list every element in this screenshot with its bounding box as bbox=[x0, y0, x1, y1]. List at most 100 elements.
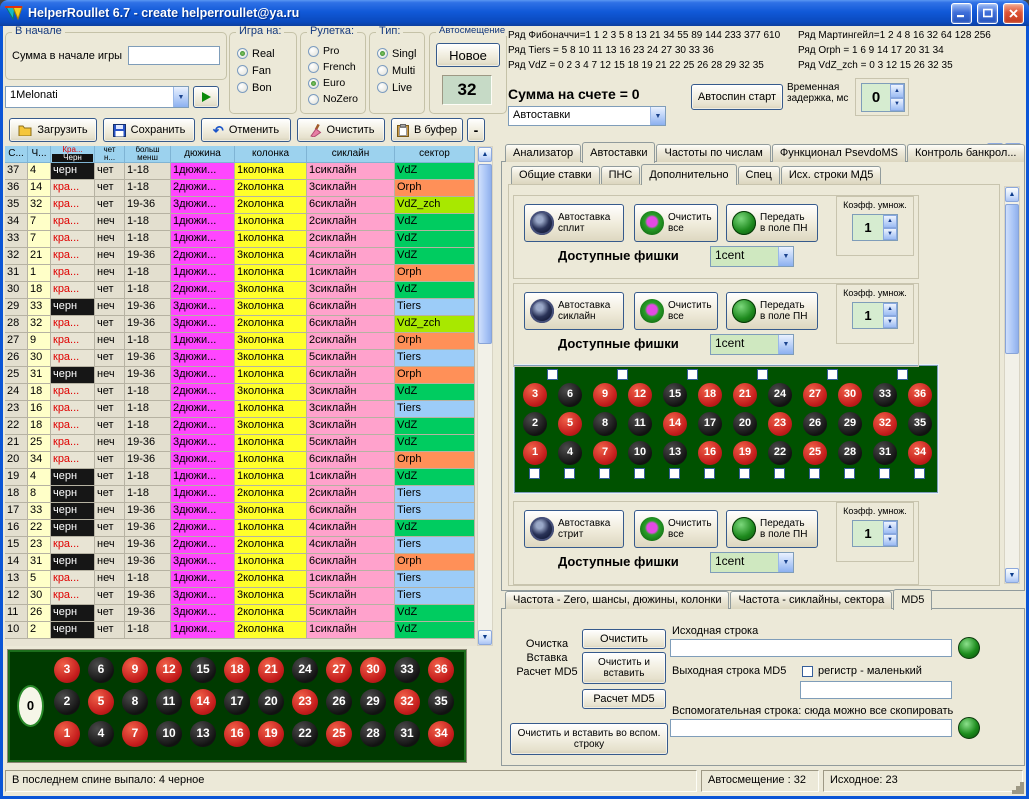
board-number-33[interactable]: 33 bbox=[873, 383, 897, 407]
table-scrollbar[interactable]: ▲ ▼ bbox=[477, 146, 493, 646]
board-number-24[interactable]: 24 bbox=[292, 657, 318, 683]
close-button[interactable] bbox=[1003, 3, 1024, 24]
bet-checkbox-bottom-4[interactable] bbox=[669, 468, 680, 479]
bet-checkbox-top-4[interactable] bbox=[827, 369, 838, 380]
bet-checkbox-top-3[interactable] bbox=[757, 369, 768, 380]
radio-real[interactable]: Real bbox=[237, 45, 294, 62]
radio-euro[interactable]: Euro bbox=[308, 75, 363, 91]
board-number-10[interactable]: 10 bbox=[628, 441, 652, 465]
board-number-36[interactable]: 36 bbox=[428, 657, 454, 683]
autobet-button-0[interactable]: Автоставка сплит bbox=[524, 204, 624, 242]
new-shift-button[interactable]: Новое bbox=[436, 43, 500, 67]
radio-nozero[interactable]: NoZero bbox=[308, 91, 363, 107]
scroll-up-icon[interactable]: ▲ bbox=[478, 147, 492, 162]
sub-tab-1[interactable]: ПНС bbox=[601, 166, 641, 184]
spinner-up-button[interactable]: ▲ bbox=[883, 215, 897, 228]
md5-clear-insert-aux-button[interactable]: Очистить и вставить во вспом. строку bbox=[510, 723, 668, 755]
board-number-18[interactable]: 18 bbox=[224, 657, 250, 683]
load-button[interactable]: Загрузить bbox=[9, 118, 97, 142]
board-number-18[interactable]: 18 bbox=[698, 383, 722, 407]
board-number-2[interactable]: 2 bbox=[523, 412, 547, 436]
clear-all-button-0[interactable]: Очистить все bbox=[634, 204, 718, 242]
board-number-15[interactable]: 15 bbox=[190, 657, 216, 683]
board-number-14[interactable]: 14 bbox=[190, 689, 216, 715]
board-number-7[interactable]: 7 bbox=[122, 721, 148, 747]
scroll-down-icon[interactable]: ▼ bbox=[478, 630, 492, 645]
board-number-29[interactable]: 29 bbox=[838, 412, 862, 436]
output-string-input[interactable] bbox=[800, 681, 952, 699]
md5-green-button-source[interactable] bbox=[958, 637, 980, 659]
board-number-30[interactable]: 30 bbox=[360, 657, 386, 683]
board-number-19[interactable]: 19 bbox=[733, 441, 757, 465]
board-number-33[interactable]: 33 bbox=[394, 657, 420, 683]
board-number-21[interactable]: 21 bbox=[258, 657, 284, 683]
board-number-31[interactable]: 31 bbox=[394, 721, 420, 747]
sub-tab-2[interactable]: Дополнительно bbox=[641, 164, 736, 185]
spinner-up-button[interactable]: ▲ bbox=[883, 521, 897, 534]
bet-checkbox-bottom-11[interactable] bbox=[914, 468, 925, 479]
right-scroll-thumb[interactable] bbox=[1005, 204, 1019, 354]
md5-clear-insert-button[interactable]: Очистить и вставить bbox=[582, 652, 666, 684]
board-number-14[interactable]: 14 bbox=[663, 412, 687, 436]
board-number-23[interactable]: 23 bbox=[292, 689, 318, 715]
bet-checkbox-bottom-1[interactable] bbox=[564, 468, 575, 479]
main-tab-1[interactable]: Автоставки bbox=[582, 142, 655, 163]
board-number-34[interactable]: 34 bbox=[908, 441, 932, 465]
radio-bon[interactable]: Bon bbox=[237, 79, 294, 96]
main-tab-4[interactable]: Контроль банкрол... bbox=[907, 144, 1024, 162]
board-number-32[interactable]: 32 bbox=[394, 689, 420, 715]
spinner-down-button[interactable]: ▼ bbox=[883, 316, 897, 329]
md5-calc-button[interactable]: Расчет MD5 bbox=[582, 689, 666, 709]
maximize-button[interactable] bbox=[977, 3, 998, 24]
board-number-19[interactable]: 19 bbox=[258, 721, 284, 747]
board-number-27[interactable]: 27 bbox=[326, 657, 352, 683]
undo-button[interactable]: ↶ Отменить bbox=[201, 118, 291, 142]
board-number-5[interactable]: 5 bbox=[558, 412, 582, 436]
board-number-35[interactable]: 35 bbox=[428, 689, 454, 715]
board-number-21[interactable]: 21 bbox=[733, 383, 757, 407]
autobet-button-1[interactable]: Автоставка сиклайн bbox=[524, 292, 624, 330]
bet-checkbox-top-2[interactable] bbox=[687, 369, 698, 380]
radio-singl[interactable]: Singl bbox=[377, 45, 422, 62]
right-panel-scrollbar[interactable]: ▲ ▼ bbox=[1004, 186, 1020, 584]
minimize-button[interactable] bbox=[951, 3, 972, 24]
clear-all-button-2[interactable]: Очистить все bbox=[634, 510, 718, 548]
board-number-20[interactable]: 20 bbox=[733, 412, 757, 436]
transfer-button-1[interactable]: Передать в поле ПН bbox=[726, 292, 818, 330]
chips-combo-2[interactable]: 1cent▼ bbox=[710, 552, 794, 573]
board-number-12[interactable]: 12 bbox=[628, 383, 652, 407]
board-zero[interactable]: 0 bbox=[17, 685, 44, 727]
bottom-tab-2[interactable]: MD5 bbox=[893, 589, 932, 610]
transfer-button-2[interactable]: Передать в поле ПН bbox=[726, 510, 818, 548]
board-number-3[interactable]: 3 bbox=[523, 383, 547, 407]
board-number-29[interactable]: 29 bbox=[360, 689, 386, 715]
table-scroll-thumb[interactable] bbox=[478, 164, 492, 344]
radio-live[interactable]: Live bbox=[377, 79, 422, 96]
sub-tab-4[interactable]: Исх. строки МД5 bbox=[781, 166, 882, 184]
aux-string-input[interactable] bbox=[670, 719, 952, 737]
board-number-17[interactable]: 17 bbox=[698, 412, 722, 436]
board-number-27[interactable]: 27 bbox=[803, 383, 827, 407]
board-number-1[interactable]: 1 bbox=[54, 721, 80, 747]
resize-grip[interactable] bbox=[1020, 790, 1024, 794]
board-number-10[interactable]: 10 bbox=[156, 721, 182, 747]
to-buffer-button[interactable]: В буфер bbox=[391, 118, 463, 142]
board-number-13[interactable]: 13 bbox=[190, 721, 216, 747]
scroll-up-icon[interactable]: ▲ bbox=[1005, 187, 1019, 202]
bet-checkbox-bottom-3[interactable] bbox=[634, 468, 645, 479]
board-number-34[interactable]: 34 bbox=[428, 721, 454, 747]
board-number-26[interactable]: 26 bbox=[803, 412, 827, 436]
autospin-start-button[interactable]: Автоспин старт bbox=[691, 84, 783, 110]
spinner-down-button[interactable]: ▼ bbox=[890, 98, 904, 112]
radio-fan[interactable]: Fan bbox=[237, 62, 294, 79]
md5-clear-button[interactable]: Очистить bbox=[582, 629, 666, 649]
profile-combo[interactable]: 1Melonati ▼ bbox=[5, 86, 189, 108]
board-number-28[interactable]: 28 bbox=[838, 441, 862, 465]
board-number-13[interactable]: 13 bbox=[663, 441, 687, 465]
board-number-36[interactable]: 36 bbox=[908, 383, 932, 407]
board-number-5[interactable]: 5 bbox=[88, 689, 114, 715]
save-button[interactable]: Сохранить bbox=[103, 118, 195, 142]
board-number-4[interactable]: 4 bbox=[558, 441, 582, 465]
bet-checkbox-bottom-6[interactable] bbox=[739, 468, 750, 479]
bottom-tab-0[interactable]: Частота - Zero, шансы, дюжины, колонки bbox=[505, 591, 729, 609]
